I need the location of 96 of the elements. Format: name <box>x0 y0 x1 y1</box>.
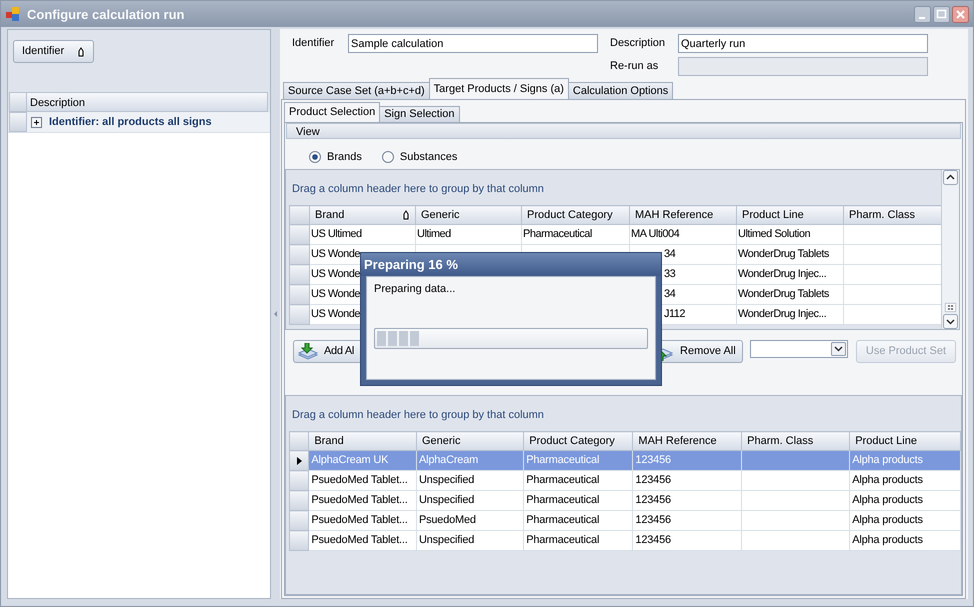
table-cell: WonderDrug Injec... <box>738 268 826 280</box>
column-header[interactable]: Pharm. Class <box>844 206 944 224</box>
column-header[interactable]: MAH Reference <box>630 206 736 224</box>
table-row[interactable]: US Ultimed Ultimed Pharmaceutical MA Ulti004 Ultimed Solution <box>290 224 944 244</box>
table-cell: AlphaCream UK <box>311 454 388 466</box>
table-cell: PsuedoMed Tablet... <box>311 514 408 526</box>
table-cell: Unspecified <box>418 534 474 546</box>
row-header <box>290 206 310 224</box>
column-header[interactable]: Generic <box>416 432 524 450</box>
grip-icon[interactable] <box>945 303 956 312</box>
table-cell: Unspecified <box>418 494 474 506</box>
table-cell: 123456 <box>635 474 671 486</box>
app-icon <box>5 6 21 22</box>
field-label: Description <box>610 37 666 50</box>
table-cell: Unspecified <box>418 474 474 486</box>
scroll-up-icon[interactable] <box>943 170 958 185</box>
row-header <box>9 92 27 112</box>
radio-label[interactable]: Substances <box>400 150 458 164</box>
table-cell: Alpha products <box>852 514 923 526</box>
column-header[interactable]: Product Category <box>524 432 633 450</box>
close-icon[interactable] <box>952 6 969 22</box>
table-cell: Pharmaceutical <box>526 494 600 506</box>
row-header <box>290 432 309 450</box>
table-cell: AlphaCream <box>418 454 478 466</box>
tab[interactable]: Product Selection <box>284 102 380 122</box>
field-label: Re-run as <box>610 60 660 73</box>
table-row[interactable]: PsuedoMed Tablet... PsuedoMed Pharmaceutical 123456 Alpha products <box>290 510 960 530</box>
table-cell: PsuedoMed Tablet... <box>311 474 408 486</box>
column-header[interactable]: Brand <box>310 206 416 224</box>
table-cell: PsuedoMed <box>418 514 476 526</box>
window-title: Configure calculation run <box>27 8 186 20</box>
table-cell: PsuedoMed Tablet... <box>311 534 408 546</box>
table-cell: 123456 <box>635 514 671 526</box>
column-header[interactable]: Brand <box>308 432 416 450</box>
caret-icon[interactable] <box>831 342 846 356</box>
current-row-icon <box>295 456 304 466</box>
table-cell: 123456 <box>635 454 671 466</box>
down-arrow-icon <box>297 342 319 360</box>
table-cell: WonderDrug Injec... <box>738 308 826 320</box>
radio-button[interactable] <box>382 151 394 163</box>
table-cell: Alpha products <box>852 474 923 486</box>
row-header[interactable] <box>290 450 309 470</box>
table-cell: Pharmaceutical <box>523 228 592 240</box>
minimize-icon[interactable] <box>914 6 931 22</box>
tab[interactable]: Source Case Set (a+b+c+d) <box>283 82 430 99</box>
table-cell: US Wonde <box>311 288 360 300</box>
table-cell: 33 <box>664 268 676 280</box>
radio-button[interactable] <box>309 151 321 163</box>
sort-button[interactable]: Identifier <box>13 40 94 63</box>
maximize-icon[interactable] <box>933 6 950 22</box>
table-cell: Pharmaceutical <box>526 474 600 486</box>
column-header[interactable]: MAH Reference <box>632 432 742 450</box>
tab[interactable]: Calculation Options <box>568 82 674 99</box>
column-header[interactable]: Product Line <box>736 206 844 224</box>
table-cell: Pharmaceutical <box>526 514 600 526</box>
table-cell: PsuedoMed Tablet... <box>311 494 408 506</box>
table-row[interactable]: PsuedoMed Tablet... Unspecified Pharmaceutical 123456 Alpha products <box>290 490 960 510</box>
table-cell: 34 <box>664 248 676 260</box>
dialog-title: Preparing 16 % <box>361 253 661 276</box>
table-cell: 34 <box>664 288 676 300</box>
description-field[interactable]: Quarterly run <box>678 34 928 53</box>
table-cell: Ultimed Solution <box>738 228 810 240</box>
table-cell: J112 <box>664 308 686 320</box>
table-row[interactable]: PsuedoMed Tablet... Unspecified Pharmaceutical 123456 Alpha products <box>290 470 960 490</box>
expand-icon[interactable] <box>31 116 42 128</box>
table-cell: Pharmaceutical <box>526 534 600 546</box>
group-hint: Drag a column header here to group by that column <box>292 183 544 195</box>
table-cell: WonderDrug Tablets <box>738 248 829 260</box>
table-cell: 123456 <box>635 534 671 546</box>
column-header[interactable]: Description <box>27 92 268 112</box>
column-header[interactable]: Pharm. Class <box>742 432 850 450</box>
column-header[interactable]: Generic <box>416 206 522 224</box>
splitter-grip-icon[interactable] <box>274 311 277 317</box>
progress-message: Preparing data... <box>374 283 456 296</box>
scroll-down-icon[interactable] <box>943 314 958 329</box>
table-cell: US Ultimed <box>311 228 362 240</box>
column-header[interactable]: Product Line <box>850 432 960 450</box>
group-hint: Drag a column header here to group by that column <box>292 409 544 421</box>
identifier-field[interactable]: Sample calculation <box>348 34 598 53</box>
table-cell: MA Ulti004 <box>631 228 680 240</box>
table-cell: Alpha products <box>852 454 923 466</box>
section-header: View <box>286 123 961 139</box>
tab[interactable]: Sign Selection <box>379 106 460 122</box>
table-cell: US Wonde <box>311 248 360 260</box>
table-cell: WonderDrug Tablets <box>738 288 829 300</box>
table-cell: US Wonde <box>311 308 360 320</box>
table-cell: Alpha products <box>852 534 923 546</box>
column-header[interactable]: Product Category <box>522 206 630 224</box>
table-cell: Ultimed <box>417 228 451 240</box>
table-cell: 123456 <box>635 494 671 506</box>
field-label: Identifier <box>292 37 336 50</box>
table-cell: US Wonde <box>311 268 360 280</box>
table-cell: Alpha products <box>852 494 923 506</box>
table-cell: Pharmaceutical <box>526 454 600 466</box>
radio-label[interactable]: Brands <box>327 150 362 164</box>
table-row[interactable]: PsuedoMed Tablet... Unspecified Pharmaceutical 123456 Alpha products <box>290 530 960 550</box>
